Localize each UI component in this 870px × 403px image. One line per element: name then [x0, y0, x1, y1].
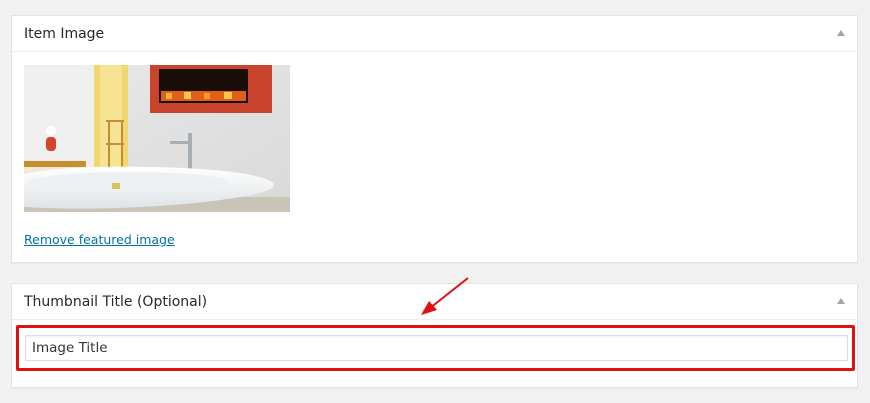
- item-image-metabox: Item Image Remove featured image: [11, 15, 858, 263]
- toggle-panel-icon[interactable]: [837, 30, 845, 36]
- item-image-header[interactable]: Item Image: [12, 16, 857, 52]
- thumbnail-title-input[interactable]: [25, 335, 848, 361]
- thumbnail-title-header[interactable]: Thumbnail Title (Optional): [12, 284, 857, 320]
- remove-featured-image-link[interactable]: Remove featured image: [24, 232, 175, 247]
- item-image-title: Item Image: [24, 25, 105, 42]
- toggle-panel-icon[interactable]: [837, 298, 845, 304]
- thumbnail-title-heading: Thumbnail Title (Optional): [24, 293, 208, 310]
- featured-image-thumbnail[interactable]: [24, 65, 290, 212]
- bathroom-photo: [24, 65, 290, 212]
